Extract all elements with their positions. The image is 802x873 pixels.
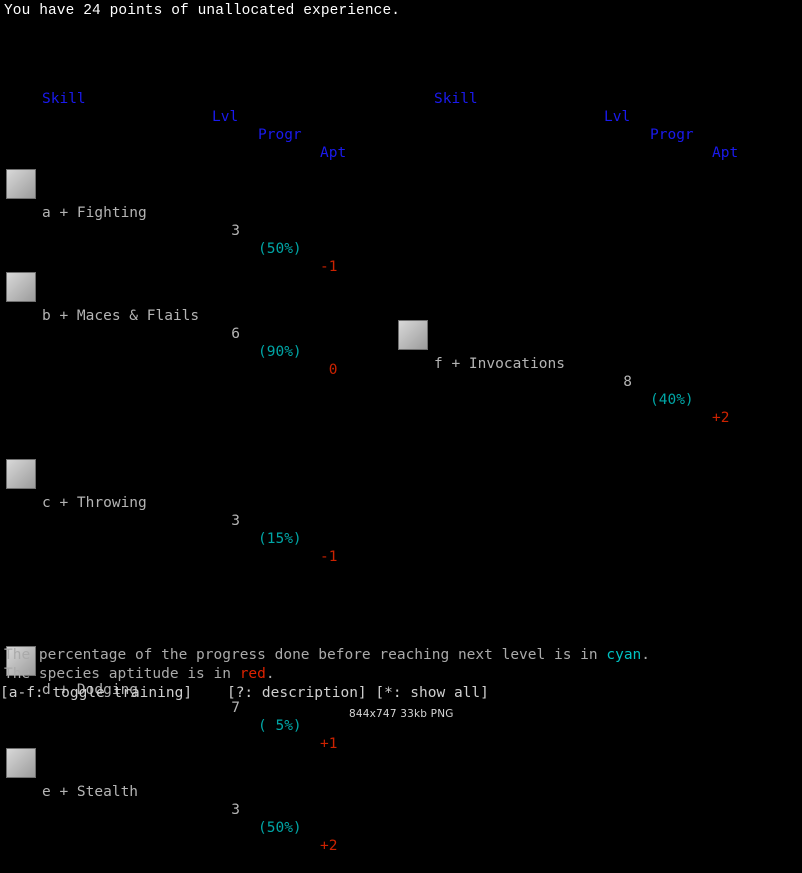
unallocated-experience-message: You have 24 points of unallocated experi…	[4, 3, 401, 19]
skill-name: f + Invocations	[434, 356, 565, 372]
column-header-lvl: Lvl	[212, 109, 239, 125]
skill-row-stealth[interactable]: e + Stealth 3 (50%) +2	[0, 747, 392, 854]
skill-row-fighting[interactable]: a + Fighting 3 (50%) -1	[0, 168, 392, 275]
skill-progress: (90%)	[258, 343, 302, 360]
skill-table-header-left: Skill Lvl Progr Apt	[0, 72, 392, 161]
command-hints-bar[interactable]: [a-f: toggle training] [?: description] …	[0, 684, 489, 703]
skill-name: e + Stealth	[42, 784, 139, 800]
skill-level: 3	[231, 223, 240, 239]
skill-level: 6	[231, 325, 240, 342]
image-info-watermark: 844x747 33kb PNG	[349, 708, 454, 720]
skill-name: b + Maces & Flails	[42, 307, 200, 324]
skill-aptitude: -1	[320, 548, 338, 565]
legend-red-word: red	[239, 666, 266, 682]
legend-cyan-word: cyan	[606, 647, 642, 663]
column-header-progr: Progr	[258, 127, 302, 143]
throwing-icon	[6, 458, 36, 489]
skill-row-maces-flails[interactable]: b + Maces & Flails 6 (90%) 0	[0, 271, 392, 378]
skill-name: c + Throwing	[42, 494, 147, 511]
column-header-progr: Progr	[650, 127, 694, 143]
skill-row-invocations[interactable]: f + Invocations 8 (40%) +2	[392, 319, 802, 426]
skill-progress: (50%)	[258, 241, 302, 257]
skill-aptitude: +2	[712, 410, 730, 426]
skill-name: a + Fighting	[42, 205, 147, 221]
skill-row-spacer	[392, 150, 802, 181]
skill-progress: ( 5%)	[258, 717, 302, 734]
skill-level: 3	[231, 802, 240, 818]
legend-line1-suffix: .	[641, 647, 651, 663]
skill-progress: (50%)	[258, 820, 302, 836]
stealth-icon	[6, 748, 36, 778]
skill-table-right: Skill Lvl Progr Apt f + Invocations 8 (4…	[392, 36, 802, 426]
legend-text: The percentage of the progress done befo…	[4, 646, 650, 684]
column-header-apt: Apt	[320, 145, 347, 161]
invocations-icon	[398, 320, 428, 350]
legend-line2-prefix: The species aptitude is in	[4, 666, 240, 682]
skill-progress: (15%)	[258, 530, 302, 547]
legend-line1-prefix: The percentage of the progress done befo…	[4, 647, 607, 663]
skill-aptitude: +2	[320, 838, 338, 854]
legend-line2-suffix: .	[265, 666, 275, 682]
skill-level: 3	[231, 512, 240, 529]
column-header-apt: Apt	[712, 145, 739, 161]
column-header-lvl: Lvl	[604, 109, 631, 125]
skill-level: 8	[623, 374, 632, 390]
column-header-skill: Skill	[42, 91, 86, 107]
skill-aptitude: 0	[320, 361, 338, 378]
skill-row-spacer	[392, 217, 802, 248]
skill-progress: (40%)	[650, 392, 694, 408]
fighting-icon	[6, 169, 36, 199]
skill-table-header-right: Skill Lvl Progr Apt	[392, 72, 802, 161]
skill-row-throwing[interactable]: c + Throwing 3 (15%) -1	[0, 458, 392, 565]
maces-flails-icon	[6, 271, 36, 302]
column-header-skill: Skill	[434, 91, 478, 107]
